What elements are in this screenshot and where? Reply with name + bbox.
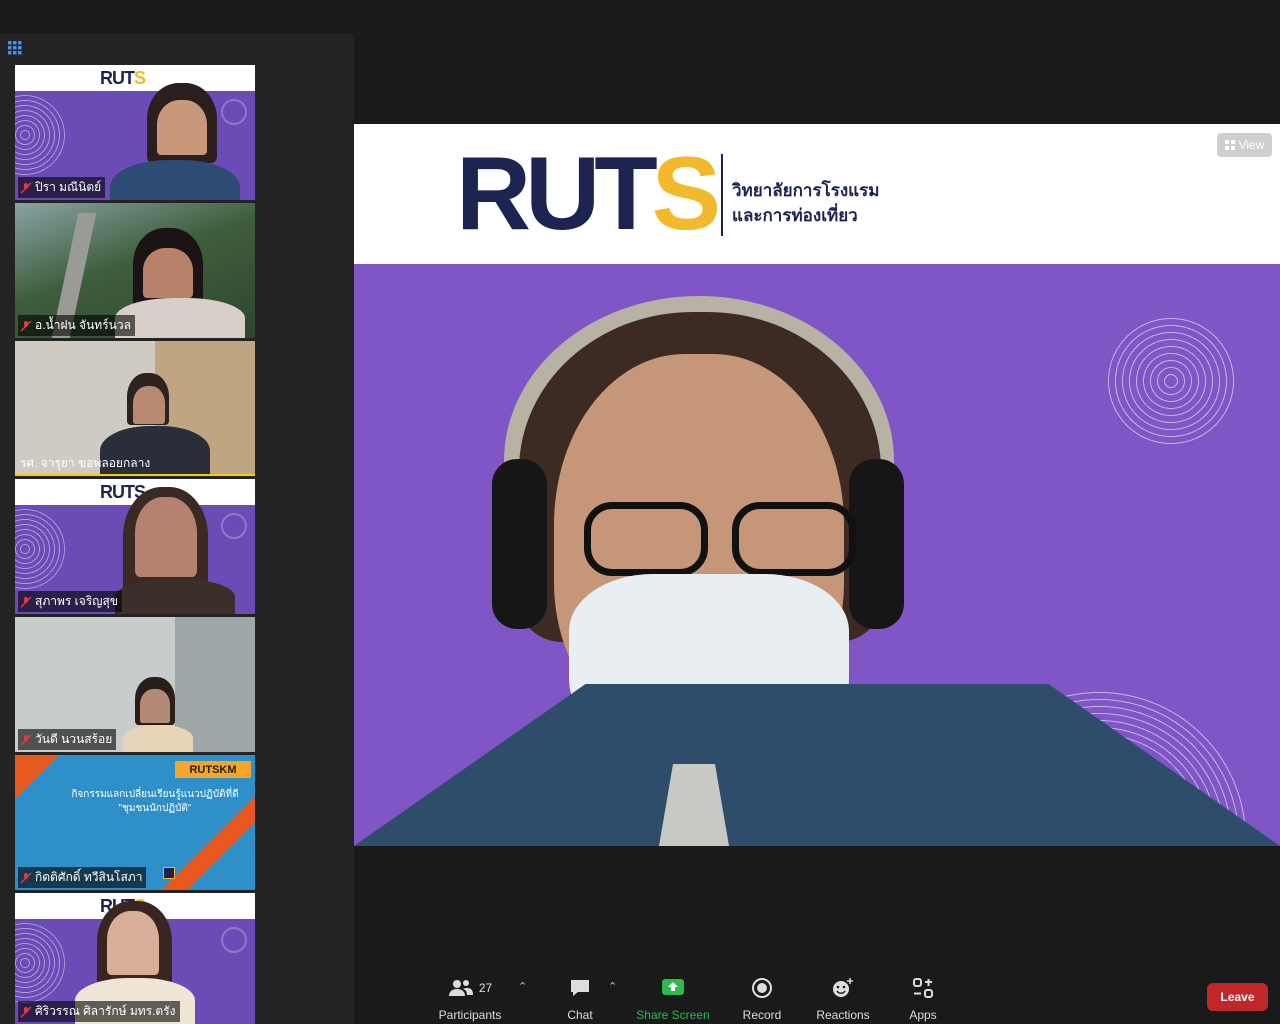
record-icon <box>752 978 772 998</box>
decorative-circle <box>221 99 247 125</box>
chat-icon <box>571 980 589 996</box>
share-screen-icon <box>662 979 684 995</box>
decorative-rings <box>15 509 65 589</box>
participant-name-label: รศ. จารุยา ขอพลอยกลาง <box>20 456 151 470</box>
record-button[interactable]: Record <box>740 976 784 1022</box>
decorative-rings <box>1102 312 1240 450</box>
mic-muted-icon <box>20 733 32 746</box>
mic-muted-icon <box>20 871 32 884</box>
participant-face <box>157 100 207 155</box>
participants-icon <box>448 980 473 996</box>
record-label: Record <box>742 1008 782 1022</box>
mic-muted-icon <box>20 595 32 608</box>
decorative-circle <box>221 927 247 953</box>
participant-face <box>135 497 197 577</box>
active-speaker-bar <box>15 474 255 476</box>
glasses-left-lens <box>584 502 708 576</box>
slide-decoration <box>163 867 175 879</box>
video-tile[interactable]: รศ. จารุยา ขอพลอยกลาง <box>15 341 255 476</box>
participants-chevron-up-icon[interactable]: ⌃ <box>518 980 527 993</box>
ruts-main-logo: RUTS <box>456 136 721 252</box>
participant-name-label: อ.น้ำฝน จันทร์นวล <box>18 315 135 336</box>
video-tile[interactable]: RUTSKM กิจกรรมแลกเปลี่ยนเรียนรู้แนวปฏิบั… <box>15 755 255 890</box>
reactions-label: Reactions <box>816 1008 870 1022</box>
mic-muted-icon <box>20 319 32 332</box>
org-name-line1: วิทยาลัยการโรงแรม <box>732 181 880 200</box>
participant-name-label: กิตติศักดิ์ ทวีสินโสภา <box>18 867 147 888</box>
slide-subtitle: "ชุมชนนักปฏิบัติ" <box>118 803 192 814</box>
org-name-line2: และการท่องเที่ยว <box>732 206 858 225</box>
participants-button[interactable]: 27 Participants <box>433 976 507 1022</box>
participants-label: Participants <box>438 1008 502 1022</box>
participant-name-label: ปิรา มณีนิตย์ <box>18 177 106 198</box>
apps-icon <box>913 978 933 998</box>
meeting-toolbar: 27 Participants ⌃ Chat ⌃ Share Screen Re… <box>0 966 1280 1024</box>
headphone-right-cup <box>849 459 904 629</box>
chat-button[interactable]: Chat <box>560 976 600 1022</box>
share-screen-button[interactable]: Share Screen <box>636 976 710 1022</box>
decorative-rings <box>15 95 65 175</box>
rutskm-badge: RUTSKM <box>175 761 251 778</box>
view-button[interactable]: View <box>1217 133 1272 157</box>
participant-body <box>115 579 235 614</box>
mic-muted-icon <box>20 181 32 194</box>
apps-label: Apps <box>909 1008 937 1022</box>
participant-face <box>140 689 170 723</box>
video-tile[interactable]: RUTS ปิรา มณีนิตย์ <box>15 65 255 200</box>
participant-name-label: วันดี นวนสร้อย <box>18 729 117 750</box>
view-grid-icon <box>1224 140 1235 150</box>
decorative-circle <box>221 513 247 539</box>
slide-title: กิจกรรมแลกเปลี่ยนเรียนรู้แนวปฏิบัติที่ดี <box>71 789 239 800</box>
participant-body <box>123 725 193 752</box>
leave-button[interactable]: Leave <box>1207 983 1268 1011</box>
share-screen-label: Share Screen <box>636 1008 710 1022</box>
glasses-right-lens <box>732 502 856 576</box>
active-speaker-video[interactable]: RUTS วิทยาลัยการโรงแรม และการท่องเที่ยว … <box>354 124 1280 846</box>
reactions-button[interactable]: Reactions <box>814 976 872 1022</box>
ruts-logo: RUTS <box>100 68 146 88</box>
logo-divider <box>721 154 723 236</box>
video-tile[interactable]: อ.น้ำฝน จันทร์นวล <box>15 203 255 338</box>
participants-count: 27 <box>478 981 493 995</box>
participant-body <box>110 160 240 200</box>
video-tile[interactable]: RUTS สุภาพร เจริญสุข <box>15 479 255 614</box>
chat-chevron-up-icon[interactable]: ⌃ <box>608 980 617 993</box>
participant-face <box>143 248 193 298</box>
chat-label: Chat <box>567 1008 593 1022</box>
participant-face <box>133 386 165 424</box>
gallery-grid-icon[interactable] <box>8 41 22 55</box>
participant-name-label: สุภาพร เจริญสุข <box>18 591 122 612</box>
headphone-left-cup <box>492 459 547 629</box>
reactions-icon <box>833 978 853 997</box>
apps-button[interactable]: Apps <box>903 976 943 1022</box>
video-tile[interactable]: วันดี นวนสร้อย <box>15 617 255 752</box>
